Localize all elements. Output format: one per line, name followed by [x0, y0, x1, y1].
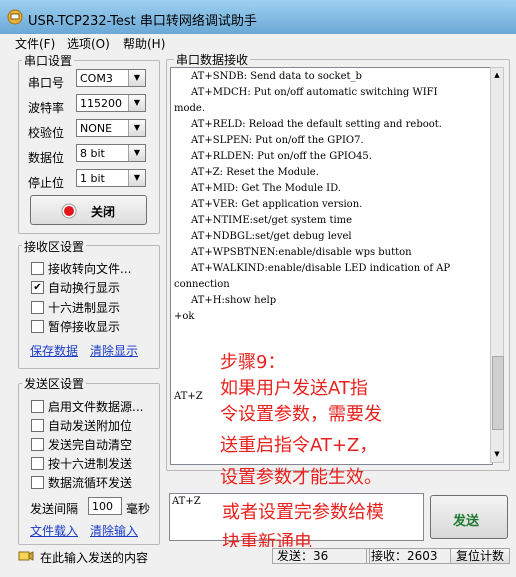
- serial-settings-title: 串口设置: [22, 52, 75, 69]
- scroll-up-icon[interactable]: ▲: [492, 69, 502, 81]
- clear-input-link[interactable]: 清除输入: [90, 522, 138, 539]
- receive-line: AT+NDBGL:set/get debug level: [191, 231, 352, 242]
- receive-line: AT+Z: Reset the Module.: [191, 167, 319, 178]
- stopbits-label: 停止位: [28, 176, 65, 190]
- auto-append-checkbox[interactable]: [31, 419, 44, 432]
- close-port-button[interactable]: 关闭: [30, 195, 147, 225]
- app-icon: [7, 9, 23, 25]
- send-interval-unit: 毫秒: [126, 502, 151, 516]
- baud-value: 115200: [80, 97, 122, 110]
- receive-to-file-label: 接收转向文件...: [48, 262, 132, 276]
- parity-select[interactable]: NONE ▼: [76, 119, 146, 137]
- receive-line: AT+MID: Get The Module ID.: [191, 183, 341, 194]
- send-settings-title: 发送区设置: [22, 375, 87, 392]
- chevron-down-icon: ▼: [128, 170, 145, 186]
- scroll-down-icon[interactable]: ▼: [492, 448, 502, 460]
- hint-icon: [18, 551, 34, 561]
- record-indicator-icon: [61, 203, 77, 219]
- window-title: USR-TCP232-Test 串口转网络调试助手: [28, 14, 257, 29]
- hex-send-label: 按十六进制发送: [48, 457, 133, 471]
- hex-display-label: 十六进制显示: [48, 301, 121, 315]
- chevron-down-icon: ▼: [128, 145, 145, 161]
- close-port-label: 关闭: [91, 205, 116, 219]
- receive-line: AT+RLDEN: Put on/off the GPIO45.: [191, 151, 372, 162]
- scroll-thumb[interactable]: [492, 356, 504, 430]
- port-value: COM3: [80, 72, 113, 85]
- annotation-line: 送重启指令AT+Z，: [220, 435, 378, 456]
- receive-line: AT+VER: Get application version.: [191, 199, 363, 210]
- receive-line: AT+RELD: Reload the default setting and …: [191, 119, 442, 130]
- loop-send-label: 数据流循环发送: [48, 476, 133, 490]
- receive-line: AT+Z: [174, 391, 203, 402]
- databits-select[interactable]: 8 bit ▼: [76, 144, 146, 162]
- send-input-text: AT+Z: [172, 496, 201, 507]
- reset-counter-button[interactable]: 复位计数: [450, 548, 510, 564]
- parity-label: 校验位: [28, 126, 65, 140]
- save-data-link[interactable]: 保存数据: [30, 342, 78, 359]
- stopbits-value: 1 bit: [80, 172, 105, 185]
- receive-settings-title: 接收区设置: [22, 238, 87, 255]
- load-file-link[interactable]: 文件载入: [30, 522, 78, 539]
- send-button-label: 发送: [453, 514, 480, 529]
- pause-receive-checkbox[interactable]: [31, 320, 44, 333]
- sent-counter: 发送：36: [272, 548, 370, 564]
- auto-clear-checkbox[interactable]: [31, 438, 44, 451]
- send-button[interactable]: 发送: [430, 495, 508, 539]
- baud-select[interactable]: 115200 ▼: [76, 94, 146, 112]
- auto-wrap-checkbox[interactable]: ✔: [31, 281, 44, 294]
- menu-file[interactable]: 文件(F): [15, 35, 55, 52]
- port-label: 串口号: [28, 76, 65, 90]
- annotation-line: 步骤9：: [220, 352, 286, 373]
- status-hint: 在此输入发送的内容: [40, 551, 149, 565]
- send-interval-label: 发送间隔: [30, 502, 79, 516]
- hex-display-checkbox[interactable]: [31, 301, 44, 314]
- clear-display-link[interactable]: 清除显示: [90, 342, 138, 359]
- port-select[interactable]: COM3 ▼: [76, 69, 146, 87]
- annotation-line: 或者设置完参数给模: [222, 502, 384, 523]
- receive-line: AT+H:show help: [191, 295, 277, 306]
- menu-help[interactable]: 帮助(H): [123, 35, 165, 52]
- receive-line: +ok: [174, 311, 195, 322]
- receive-line: AT+WPSBTNEN:enable/disable wps button: [191, 247, 412, 258]
- receive-line: AT+SNDB: Send data to socket_b: [191, 71, 362, 82]
- receive-to-file-checkbox[interactable]: [31, 262, 44, 275]
- loop-send-checkbox[interactable]: [31, 476, 44, 489]
- send-interval-input[interactable]: 100: [88, 497, 122, 515]
- menu-options[interactable]: 选项(O): [67, 35, 110, 52]
- chevron-down-icon: ▼: [128, 120, 145, 136]
- receive-line: mode.: [174, 103, 206, 114]
- pause-receive-label: 暂停接收显示: [48, 320, 121, 334]
- receive-area-title: 串口数据接收: [174, 51, 251, 68]
- parity-value: NONE: [80, 122, 113, 135]
- hex-send-checkbox[interactable]: [31, 457, 44, 470]
- receive-scrollbar[interactable]: ▲ ▼: [490, 67, 504, 463]
- databits-label: 数据位: [28, 151, 65, 165]
- chevron-down-icon: ▼: [128, 95, 145, 111]
- receive-line: AT+NTIME:set/get system time: [191, 215, 353, 226]
- receive-line: AT+SLPEN: Put on/off the GPIO7.: [191, 135, 364, 146]
- file-source-label: 启用文件数据源...: [48, 400, 144, 414]
- annotation-line: 如果用户发送AT指: [220, 378, 368, 399]
- auto-append-label: 自动发送附加位: [48, 419, 133, 433]
- stopbits-select[interactable]: 1 bit ▼: [76, 169, 146, 187]
- chevron-down-icon: ▼: [128, 70, 145, 86]
- annotation-line: 设置参数才能生效。: [220, 467, 382, 488]
- auto-wrap-label: 自动换行显示: [48, 281, 121, 295]
- received-counter: 接收：2603: [366, 548, 452, 564]
- receive-line: AT+WALKIND:enable/disable LED indication…: [191, 263, 451, 274]
- auto-clear-label: 发送完自动清空: [48, 438, 133, 452]
- file-source-checkbox[interactable]: [31, 400, 44, 413]
- baud-label: 波特率: [28, 101, 65, 115]
- databits-value: 8 bit: [80, 147, 105, 160]
- receive-line: AT+MDCH: Put on/off automatic switching …: [191, 87, 438, 98]
- annotation-line: 令设置参数，需要发: [220, 404, 382, 425]
- receive-line: connection: [174, 279, 230, 290]
